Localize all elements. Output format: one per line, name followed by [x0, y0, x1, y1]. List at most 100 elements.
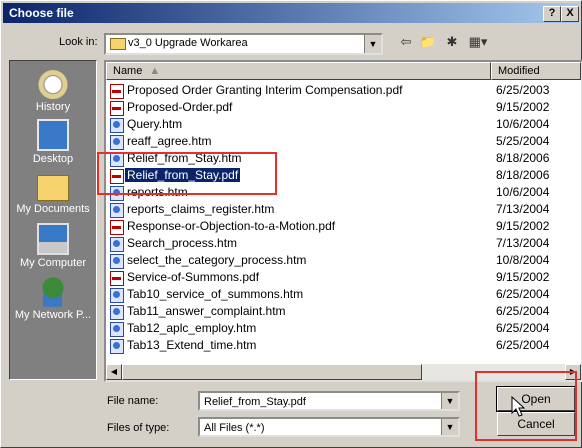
files-of-type-select[interactable]: All Files (*.*) ▼ — [198, 417, 460, 437]
help-button[interactable]: ? — [543, 6, 561, 22]
my-computer-icon — [37, 223, 69, 255]
place-label: My Computer — [19, 257, 87, 269]
file-name-input[interactable]: Relief_from_Stay.pdf ▼ — [198, 391, 460, 411]
file-row[interactable]: Search_process.htm 7/13/2004 — [106, 235, 581, 252]
htm-file-icon — [110, 118, 124, 133]
file-name: Proposed-Order.pdf — [127, 100, 233, 114]
scroll-left-icon[interactable]: ◀ — [106, 364, 122, 380]
file-row[interactable]: reaff_agree.htm 5/25/2004 — [106, 133, 581, 150]
htm-file-icon — [110, 135, 124, 150]
file-row[interactable]: select_the_category_process.htm 10/8/2004 — [106, 252, 581, 269]
file-name: Tab12_aplc_employ.htm — [127, 321, 257, 335]
file-modified: 8/18/2006 — [496, 151, 550, 165]
look-in-label: Look in: — [59, 36, 98, 48]
scroll-thumb[interactable] — [122, 364, 422, 380]
file-modified: 7/13/2004 — [496, 202, 550, 216]
file-modified: 6/25/2004 — [496, 321, 550, 335]
file-name: reaff_agree.htm — [127, 134, 212, 148]
file-modified: 6/25/2004 — [496, 287, 550, 301]
file-modified: 7/13/2004 — [496, 236, 550, 250]
place-desktop[interactable]: Desktop — [10, 119, 96, 165]
htm-file-icon — [110, 339, 124, 354]
history-icon — [37, 67, 69, 99]
annotation-highlight-selected-file — [97, 152, 277, 195]
file-row[interactable]: Proposed-Order.pdf 9/15/2002 — [106, 99, 581, 116]
place-my-documents[interactable]: My Documents — [10, 171, 96, 215]
file-row[interactable]: Proposed Order Granting Interim Compensa… — [106, 82, 581, 99]
mouse-cursor-icon — [511, 396, 526, 417]
title-bar[interactable]: Choose file ? X — [3, 3, 579, 23]
pdf-file-icon — [110, 220, 124, 235]
my-network-places-icon — [37, 275, 69, 307]
htm-file-icon — [110, 322, 124, 337]
file-name: select_the_category_process.htm — [127, 253, 307, 267]
files-of-type-value: All Files (*.*) — [204, 422, 265, 434]
file-modified: 9/15/2002 — [496, 270, 550, 284]
file-row[interactable]: Query.htm 10/6/2004 — [106, 116, 581, 133]
file-name: Tab11_answer_complaint.htm — [127, 304, 286, 318]
up-folder-icon[interactable]: 📁 — [419, 33, 437, 51]
place-label: My Documents — [16, 203, 90, 215]
pdf-file-icon — [110, 271, 124, 286]
file-name: reports_claims_register.htm — [127, 202, 275, 216]
file-modified: 9/15/2002 — [496, 219, 550, 233]
place-label: Desktop — [32, 153, 74, 165]
file-modified: 6/25/2003 — [496, 83, 550, 97]
pdf-file-icon — [110, 101, 124, 116]
file-name: Response-or-Objection-to-a-Motion.pdf — [127, 219, 336, 233]
pdf-file-icon — [110, 84, 124, 99]
file-name: Tab10_service_of_summons.htm — [127, 287, 304, 301]
back-icon[interactable]: ⇦ — [397, 33, 415, 51]
file-name-label: File name: — [107, 395, 159, 407]
file-name: Query.htm — [127, 117, 183, 131]
sort-arrow-icon: ▲ — [149, 65, 161, 77]
htm-file-icon — [110, 254, 124, 269]
file-rows: Proposed Order Granting Interim Compensa… — [106, 82, 581, 354]
place-label: History — [35, 101, 71, 113]
files-of-type-label: Files of type: — [107, 422, 170, 434]
file-row[interactable]: Tab13_Extend_time.htm 6/25/2004 — [106, 337, 581, 354]
place-label: My Network P... — [14, 309, 92, 321]
my-documents-icon — [37, 175, 69, 201]
view-menu-icon[interactable]: ▦▾ — [465, 33, 491, 51]
folder-icon — [110, 38, 126, 50]
column-header-modified[interactable]: Modified — [491, 62, 581, 80]
chevron-down-icon[interactable]: ▼ — [441, 419, 458, 435]
file-modified: 6/25/2004 — [496, 338, 550, 352]
desktop-icon — [37, 119, 69, 151]
file-row[interactable]: Response-or-Objection-to-a-Motion.pdf 9/1… — [106, 218, 581, 235]
file-list[interactable]: Name ▲ Modified Proposed Order Granting … — [104, 60, 582, 382]
file-modified: 6/25/2004 — [496, 304, 550, 318]
htm-file-icon — [110, 237, 124, 252]
file-name: Tab13_Extend_time.htm — [127, 338, 257, 352]
chevron-down-icon[interactable]: ▼ — [364, 35, 381, 53]
close-button[interactable]: X — [561, 6, 579, 22]
file-row[interactable]: Tab11_answer_complaint.htm 6/25/2004 — [106, 303, 581, 320]
file-modified: 8/18/2006 — [496, 168, 550, 182]
file-name-value: Relief_from_Stay.pdf — [204, 396, 306, 408]
file-modified: 9/15/2002 — [496, 100, 550, 114]
htm-file-icon — [110, 288, 124, 303]
file-row[interactable]: Service-of-Summons.pdf 9/15/2002 — [106, 269, 581, 286]
place-my-computer[interactable]: My Computer — [10, 223, 96, 269]
file-modified: 10/8/2004 — [496, 253, 550, 267]
place-my-network-places[interactable]: My Network P... — [10, 275, 96, 321]
file-modified: 10/6/2004 — [496, 185, 550, 199]
places-bar: History Desktop My Documents My Computer… — [9, 60, 97, 380]
file-row[interactable]: Tab12_aplc_employ.htm 6/25/2004 — [106, 320, 581, 337]
choose-file-dialog: Choose file ? X Look in: v3_0 Upgrade Wo… — [0, 0, 582, 448]
chevron-down-icon[interactable]: ▼ — [441, 393, 458, 409]
file-name: Proposed Order Granting Interim Compensa… — [127, 83, 403, 97]
place-history[interactable]: History — [10, 67, 96, 113]
column-modified-label: Modified — [498, 65, 540, 77]
file-row[interactable]: reports_claims_register.htm 7/13/2004 — [106, 201, 581, 218]
file-name: Search_process.htm — [127, 236, 238, 250]
file-row[interactable]: Tab10_service_of_summons.htm 6/25/2004 — [106, 286, 581, 303]
file-modified: 10/6/2004 — [496, 117, 550, 131]
look-in-dropdown[interactable]: v3_0 Upgrade Workarea ▼ — [104, 33, 383, 55]
file-modified: 5/25/2004 — [496, 134, 550, 148]
column-name-label: Name — [113, 65, 143, 77]
new-folder-icon[interactable]: ✱ — [443, 33, 461, 51]
htm-file-icon — [110, 203, 124, 218]
column-header-name[interactable]: Name ▲ — [106, 62, 491, 80]
